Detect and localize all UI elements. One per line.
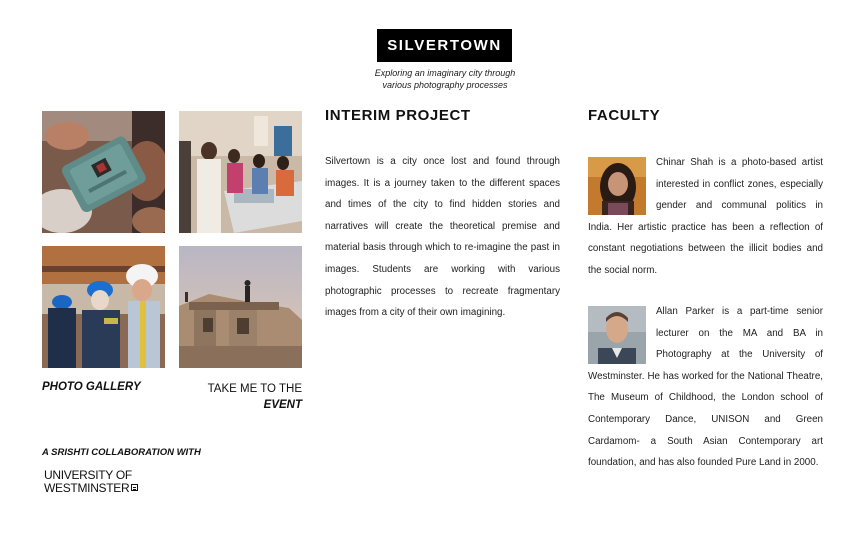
university-of-westminster-logo: UNIVERSITY OF WESTMINSTER (44, 469, 139, 495)
event-link-line-2: EVENT (263, 399, 302, 411)
photo-gallery-link[interactable]: PHOTO GALLERY (42, 381, 141, 393)
gallery-photo-workshop[interactable] (179, 111, 302, 233)
collaboration-label: A SRISHTI COLLABORATION WITH (42, 447, 201, 458)
logo-text: SILVERTOWN (387, 37, 502, 54)
gallery-photo-ruins[interactable] (179, 246, 302, 368)
portrait-allan-parker (588, 306, 646, 364)
faculty-member: Chinar Shah is a photo-based artist inte… (588, 152, 823, 282)
tagline-line-1: Exploring an imaginary city through (374, 68, 516, 78)
gallery-photo-camera[interactable] (42, 111, 165, 233)
event-link-line-1: TAKE ME TO THE (207, 383, 302, 395)
gallery-photo-hardhats[interactable] (42, 246, 165, 368)
tagline: Exploring an imaginary city through vari… (340, 67, 550, 91)
university-line-2: WESTMINSTER (44, 481, 130, 495)
event-link[interactable]: TAKE ME TO THE EVENT (179, 381, 302, 413)
faculty-heading: FACULTY (588, 107, 661, 124)
faculty-member: Allan Parker is a part-time senior lectu… (588, 301, 823, 474)
silvertown-logo: SILVERTOWN (377, 29, 512, 62)
crest-icon (131, 484, 139, 491)
interim-project-heading: INTERIM PROJECT (325, 107, 471, 124)
interim-project-body: Silvertown is a city once lost and found… (325, 156, 560, 319)
tagline-line-2: various photography processes (382, 80, 508, 90)
portrait-chinar-shah (588, 157, 646, 215)
